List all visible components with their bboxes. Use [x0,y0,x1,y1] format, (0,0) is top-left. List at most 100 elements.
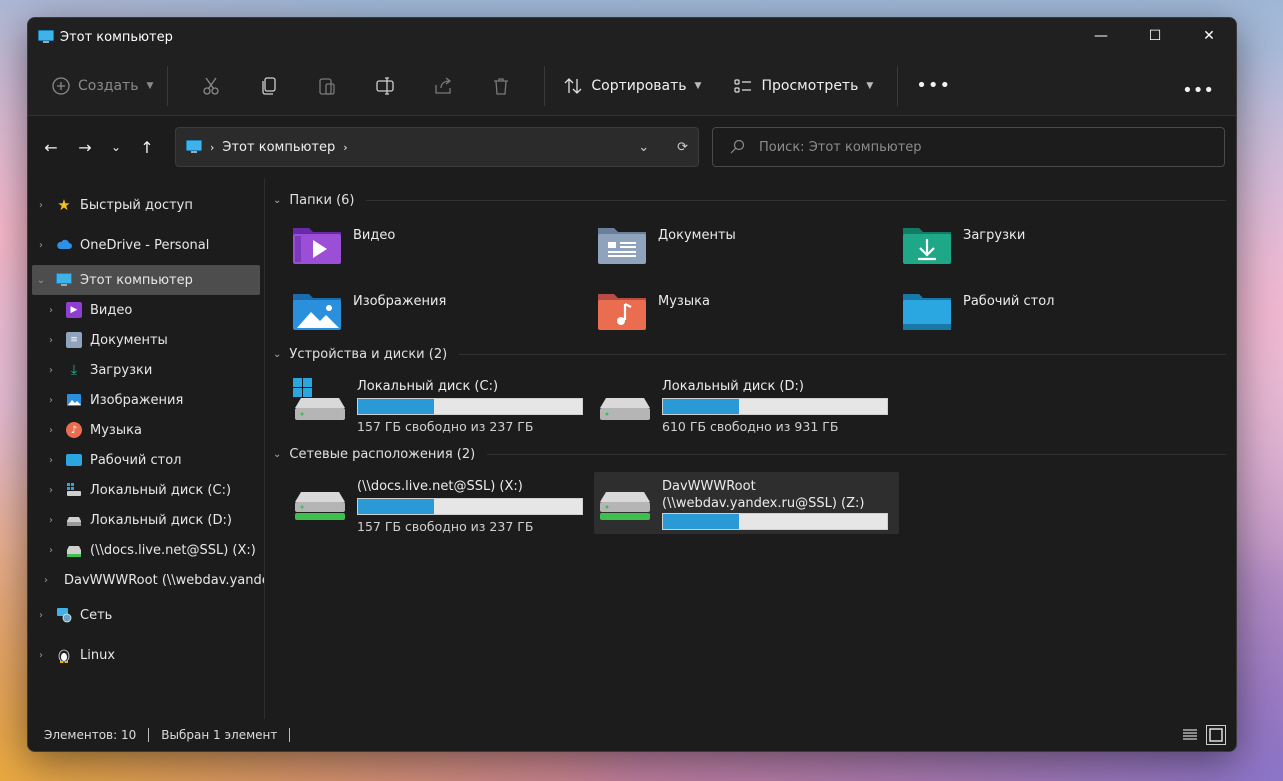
chevron-right-icon[interactable]: › [44,395,58,406]
sidebar-item-onedrive[interactable]: › OneDrive - Personal [28,225,264,265]
chevron-down-icon: ▼ [866,80,874,91]
devices-list: Локальный диск (C:) 157 ГБ свободно из 2… [273,366,1226,442]
rename-button[interactable] [356,66,414,106]
network-locations-list: (\\docs.live.net@SSL) (X:) 157 ГБ свобод… [273,466,1226,542]
chevron-right-icon[interactable]: › [44,515,58,526]
sidebar-item-music[interactable]: › ♪ Музыка [28,415,264,445]
new-button[interactable]: Создать ▼ [52,76,153,95]
sidebar-item-label: Этот компьютер [80,272,193,288]
pictures-icon [67,394,81,406]
details-view-button[interactable] [1180,725,1200,745]
sidebar-item-drive-c[interactable]: › Локальный диск (C:) [28,475,264,505]
downloads-folder-icon [903,228,951,264]
chevron-right-icon[interactable]: › [34,240,48,251]
breadcrumb-this-pc[interactable]: Этот компьютер [222,140,335,155]
star-icon: ★ [57,196,71,214]
sidebar-item-drive-x[interactable]: › (\\docs.live.net@SSL) (X:) [28,535,264,565]
desktop-folder-icon [903,294,951,330]
folder-name: Загрузки [963,227,1026,243]
copy-button[interactable] [240,66,298,106]
search-input[interactable] [759,139,1179,155]
network-drive-z[interactable]: DavWWWRoot (\\webdav.yandex.ru@SSL) (Z:) [594,472,899,534]
pictures-folder-icon [293,294,341,330]
chevron-right-icon[interactable]: › [34,610,48,621]
chevron-right-icon[interactable]: › [44,305,58,316]
sidebar-item-this-pc[interactable]: ⌄ Этот компьютер [32,265,260,295]
sidebar-item-pictures[interactable]: › Изображения [28,385,264,415]
chevron-right-icon[interactable]: › [44,485,58,496]
chevron-right-icon[interactable]: › [34,650,48,661]
this-pc-icon [56,273,72,286]
tiles-view-button[interactable] [1206,725,1226,745]
section-folders-header[interactable]: ⌄ Папки (6) [273,188,1226,212]
chevron-right-icon[interactable]: › [44,335,58,346]
sort-button[interactable]: Сортировать ▼ [559,76,705,96]
search-box[interactable] [712,127,1225,167]
chevron-right-icon[interactable]: › [44,365,58,376]
drive-usage-bar [357,398,583,415]
chevron-right-icon[interactable]: › [44,545,58,556]
drive-d[interactable]: Локальный диск (D:) 610 ГБ свободно из 9… [594,372,899,434]
chevron-right-icon[interactable]: › [44,455,58,466]
drive-usage-bar [357,498,583,515]
folder-desktop[interactable]: Рабочий стол [901,284,1206,336]
address-bar[interactable]: › Этот компьютер › ⌄ ⟳ [175,127,699,167]
forward-button[interactable]: → [68,130,102,164]
folder-downloads[interactable]: Загрузки [901,218,1206,270]
sidebar-item-network[interactable]: › Сеть [28,595,264,635]
arrow-left-icon: ← [44,137,58,157]
recent-locations-button[interactable]: ⌄ [102,130,130,164]
paste-icon [319,77,336,95]
see-more-button[interactable]: ••• [1182,80,1214,101]
view-button[interactable]: Просмотреть ▼ [733,76,873,96]
folder-name: Видео [353,227,396,243]
network-drive-x[interactable]: (\\docs.live.net@SSL) (X:) 157 ГБ свобод… [289,472,594,534]
sidebar-item-label: Быстрый доступ [80,197,193,213]
section-network-header[interactable]: ⌄ Сетевые расположения (2) [273,442,1226,466]
drive-info: DavWWWRoot (\\webdav.yandex.ru@SSL) (Z:) [662,478,888,534]
refresh-button[interactable]: ⟳ [677,140,688,155]
toolbar-divider [897,65,899,106]
folder-documents[interactable]: Документы [596,218,901,270]
music-folder-icon [598,294,646,330]
sidebar-item-documents[interactable]: › ≡ Документы [28,325,264,355]
maximize-button[interactable]: ☐ [1128,18,1182,54]
cut-button[interactable] [182,66,240,106]
close-button[interactable]: ✕ [1182,18,1236,54]
drive-name: Локальный диск (C:) [357,379,499,394]
share-button[interactable] [414,66,472,106]
sidebar-item-label: Linux [80,647,116,663]
drive-c[interactable]: Локальный диск (C:) 157 ГБ свободно из 2… [289,372,594,434]
sidebar-item-drive-d[interactable]: › Локальный диск (D:) [28,505,264,535]
section-devices-header[interactable]: ⌄ Устройства и диски (2) [273,342,1226,366]
sidebar-item-videos[interactable]: › ▶ Видео [28,295,264,325]
chevron-down-icon[interactable]: ⌄ [34,275,48,286]
sidebar-item-drive-z[interactable]: › DavWWWRoot (\\webdav.yandex.ru@SSL) (Z… [28,565,264,595]
folder-videos[interactable]: Видео [291,218,596,270]
chevron-down-icon: ⌄ [273,348,282,360]
sidebar-item-label: Музыка [90,422,142,438]
more-options-button[interactable]: ••• [916,75,951,96]
window-controls: — ☐ ✕ [1074,18,1236,54]
arrow-right-icon: → [78,137,92,157]
delete-button[interactable] [472,66,530,106]
trash-icon [494,77,509,95]
back-button[interactable]: ← [34,130,68,164]
sidebar-item-quick-access[interactable]: › ★ Быстрый доступ [28,185,264,225]
video-folder-icon [293,228,341,264]
sidebar-item-downloads[interactable]: › ⤓ Загрузки [28,355,264,385]
paste-button[interactable] [298,66,356,106]
sidebar-item-label: Сеть [80,607,113,623]
chevron-right-icon[interactable]: › [44,425,58,436]
music-icon: ♪ [66,422,82,438]
folder-pictures[interactable]: Изображения [291,284,596,336]
up-button[interactable]: ↑ [130,130,164,164]
address-history-button[interactable]: ⌄ [638,140,649,155]
minimize-button[interactable]: — [1074,18,1128,54]
sidebar-item-linux[interactable]: › Linux [28,635,264,675]
sidebar-item-desktop[interactable]: › Рабочий стол [28,445,264,475]
folder-music[interactable]: Музыка [596,284,901,336]
command-bar: Создать ▼ Сортировать ▼ Просмотреть ▼ ••… [28,56,1236,116]
chevron-right-icon[interactable]: › [44,575,48,586]
chevron-right-icon[interactable]: › [34,200,48,211]
